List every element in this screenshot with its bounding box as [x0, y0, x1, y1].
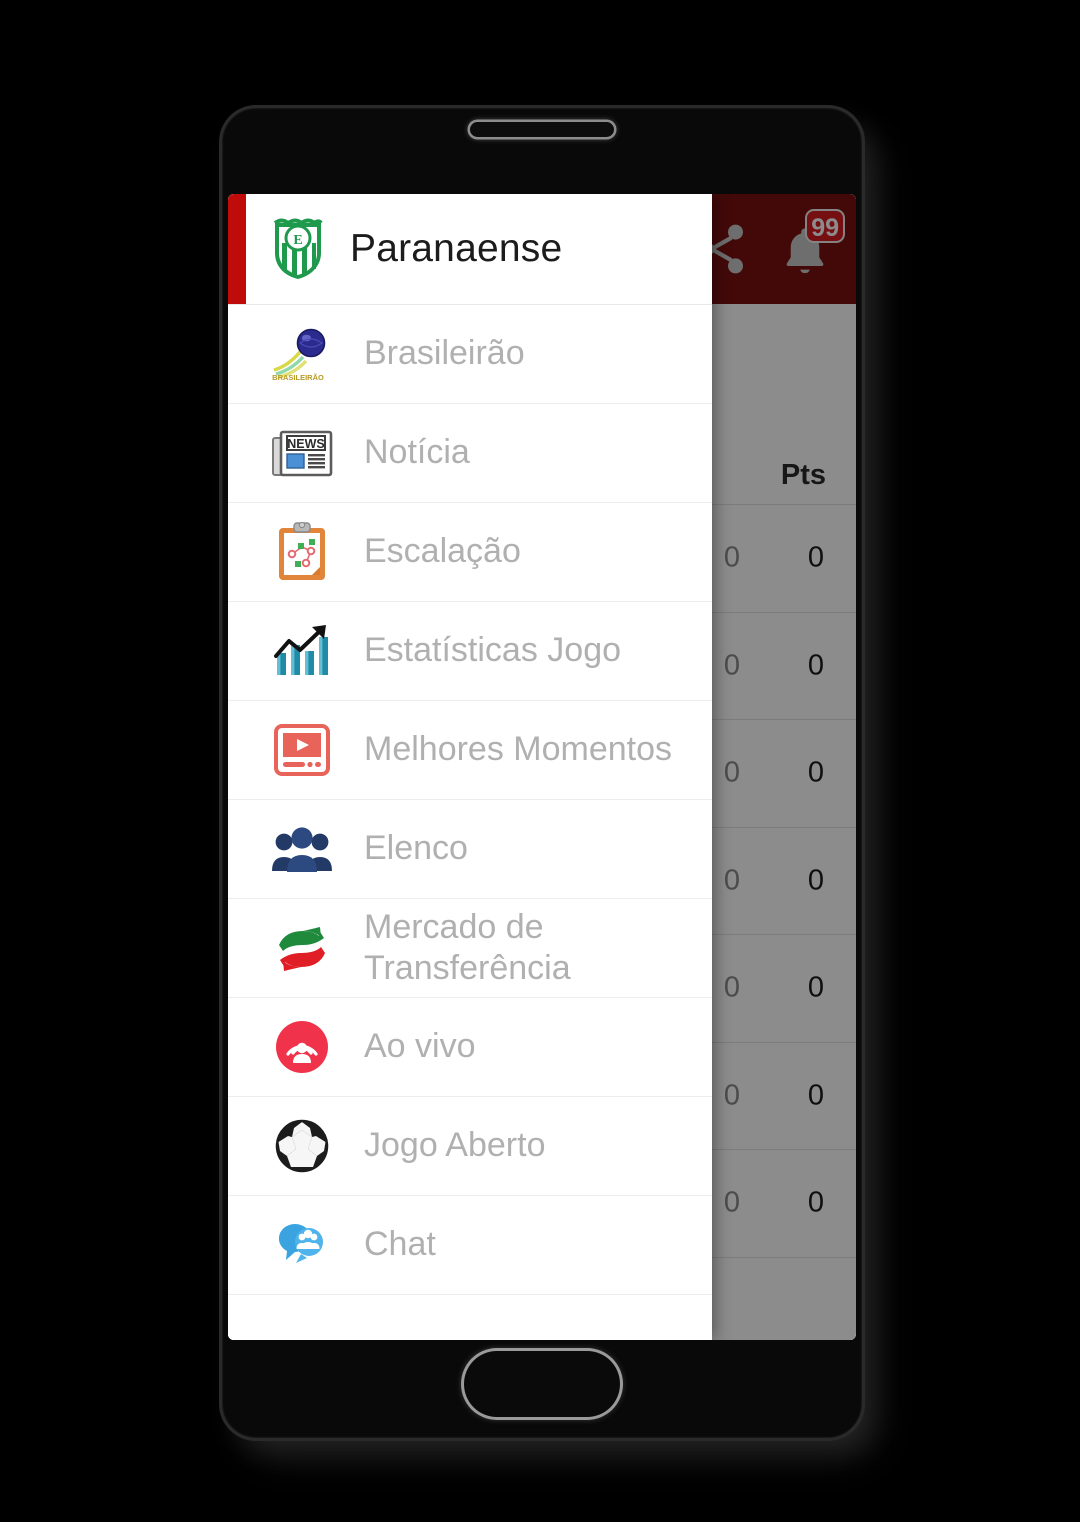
phone-screen: 99 Pts 0 0 0 0 0 0 0 0 0 0 0 0 0 0 E Par… — [228, 194, 856, 1340]
drawer-item-melhores-momentos[interactable]: Melhores Momentos — [228, 701, 712, 800]
newspaper-icon: NEWS — [270, 421, 334, 485]
svg-text:E: E — [293, 233, 302, 248]
drawer-item-escalacao[interactable]: Escalação — [228, 503, 712, 602]
people-group-icon — [270, 817, 334, 881]
club-name-title: Paranaense — [350, 227, 563, 270]
drawer-item-label: Chat — [364, 1225, 436, 1264]
earpiece-speaker — [470, 122, 614, 137]
phone-device: 99 Pts 0 0 0 0 0 0 0 0 0 0 0 0 0 0 E Par… — [222, 108, 862, 1438]
drawer-item-label: Jogo Aberto — [364, 1126, 546, 1165]
drawer-item-label: Estatísticas Jogo — [364, 631, 622, 670]
navigation-drawer: E Paranaense BRASILEIRÃO Brasileirão NEW… — [228, 194, 712, 1340]
soccer-ball-icon — [270, 1114, 334, 1178]
video-player-icon — [270, 718, 334, 782]
svg-text:BRASILEIRÃO: BRASILEIRÃO — [272, 373, 324, 382]
club-crest-icon: E — [268, 217, 328, 281]
drawer-footer-spacer — [228, 1295, 712, 1340]
drawer-item-chat[interactable]: Chat — [228, 1196, 712, 1295]
drawer-item-mercado-de-transferencia[interactable]: Mercado de Transferência — [228, 899, 712, 998]
drawer-accent-bar — [228, 194, 246, 304]
brasileirao-logo-icon: BRASILEIRÃO — [270, 322, 334, 386]
drawer-item-label: Elenco — [364, 829, 468, 868]
transfer-arrows-icon — [270, 916, 334, 980]
drawer-item-estatisticas-jogo[interactable]: Estatísticas Jogo — [228, 602, 712, 701]
drawer-item-label: Melhores Momentos — [364, 730, 673, 769]
chat-bubble-people-icon — [270, 1213, 334, 1277]
drawer-item-label: Mercado de Transferência — [364, 907, 571, 987]
drawer-item-ao-vivo[interactable]: Ao vivo — [228, 998, 712, 1097]
drawer-item-label: Notícia — [364, 433, 470, 472]
drawer-item-elenco[interactable]: Elenco — [228, 800, 712, 899]
drawer-item-brasileirao[interactable]: BRASILEIRÃO Brasileirão — [228, 305, 712, 404]
live-broadcast-icon — [270, 1015, 334, 1079]
bar-chart-trend-icon — [270, 619, 334, 683]
drawer-item-label: Escalação — [364, 532, 521, 571]
home-button[interactable] — [464, 1351, 620, 1417]
svg-text:NEWS: NEWS — [287, 437, 325, 451]
drawer-item-jogo-aberto[interactable]: Jogo Aberto — [228, 1097, 712, 1196]
drawer-item-label: Ao vivo — [364, 1027, 476, 1066]
drawer-item-noticia[interactable]: NEWS Notícia — [228, 404, 712, 503]
drawer-item-label: Brasileirão — [364, 334, 525, 373]
clipboard-tactics-icon — [270, 520, 334, 584]
drawer-header: E Paranaense — [228, 194, 712, 305]
